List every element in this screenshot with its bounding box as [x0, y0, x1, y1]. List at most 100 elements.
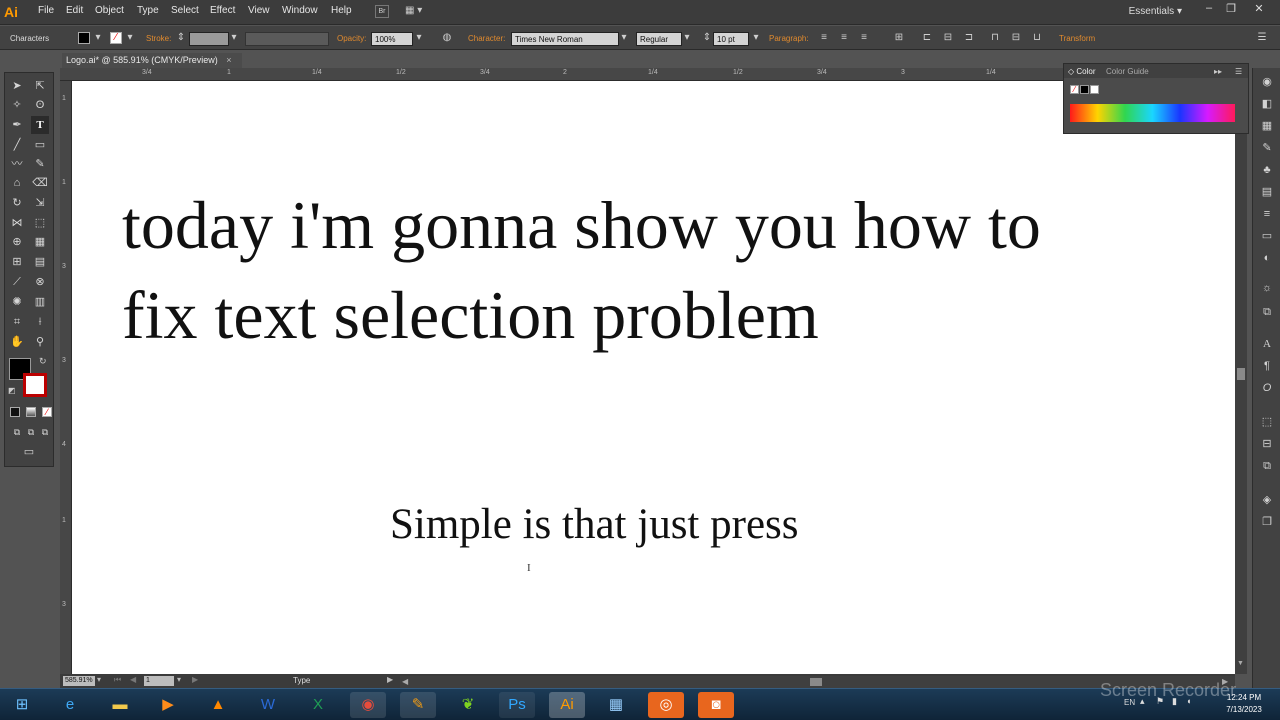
chevron-down-icon[interactable]: ▾	[413, 32, 425, 44]
color-spectrum-bar[interactable]	[1070, 104, 1235, 122]
stroke-swatch[interactable]: ⁄	[110, 32, 122, 44]
brushes-icon[interactable]: ✎	[1259, 140, 1275, 156]
align-right-objects-icon[interactable]: ⊐	[963, 32, 975, 44]
camera-app-icon[interactable]: ◙	[698, 692, 734, 718]
artboard-chevron-icon[interactable]: ▾	[177, 675, 181, 684]
selection-tool-icon[interactable]: ➤	[8, 77, 26, 95]
opacity-field[interactable]: 100%	[371, 32, 413, 46]
align-vcenter-icon[interactable]: ⊟	[1010, 32, 1022, 44]
align-top-icon[interactable]: ⊓	[989, 32, 1001, 44]
appearance-icon[interactable]: ☼	[1259, 280, 1275, 296]
align-bottom-icon[interactable]: ⊔	[1031, 32, 1043, 44]
panel-menu-icon[interactable]: ☰	[1256, 32, 1268, 44]
pathfinder-icon[interactable]: ⧉	[1259, 458, 1275, 474]
scroll-left-icon[interactable]: ◀	[402, 677, 408, 686]
direct-selection-tool-icon[interactable]: ⇱	[31, 77, 49, 95]
chevron-down-icon[interactable]: ▾	[681, 32, 693, 44]
menu-window[interactable]: Window	[282, 5, 318, 16]
first-artboard-icon[interactable]: ⏮	[114, 675, 121, 685]
line-tool-icon[interactable]: ╱	[8, 136, 26, 154]
word-icon[interactable]: W	[250, 692, 286, 718]
arrange-documents-icon[interactable]: ▦ ▾	[405, 5, 429, 18]
ruler-vertical[interactable]: 1 1 3 3 4 1 3	[60, 81, 72, 674]
zoom-tool-icon[interactable]: ⚲	[31, 333, 49, 351]
color-mode-icon[interactable]	[10, 407, 20, 417]
stroke-color-box[interactable]	[23, 373, 47, 397]
document-tab[interactable]: Logo.ai* @ 585.91% (CMYK/Preview) ×	[62, 53, 242, 68]
blend-tool-icon[interactable]: ⊗	[31, 273, 49, 291]
transparency-icon[interactable]: ◐	[1259, 250, 1275, 266]
draw-inside-icon[interactable]: ⧉	[36, 423, 54, 441]
scroll-down-icon[interactable]: ▼	[1237, 660, 1244, 667]
tab-color-guide[interactable]: Color Guide	[1106, 67, 1149, 76]
file-explorer-icon[interactable]: ▬	[102, 692, 138, 718]
chrome-icon[interactable]: ◉	[350, 692, 386, 718]
headline-line-2[interactable]: fix text selection problem	[122, 281, 819, 349]
screen-recorder-icon[interactable]: ◎	[648, 692, 684, 718]
vlc-icon[interactable]: ▲	[200, 692, 236, 718]
align-left-icon[interactable]: ≡	[818, 32, 830, 44]
prev-artboard-icon[interactable]: ◀	[130, 675, 136, 684]
default-colors-icon[interactable]: ◩	[8, 386, 16, 395]
pencil-tool-icon[interactable]: ✎	[31, 155, 49, 173]
gradient-panel-icon[interactable]: ▭	[1259, 228, 1275, 244]
graphic-styles-icon[interactable]: ▤	[1259, 184, 1275, 200]
font-style-field[interactable]: Regular	[636, 32, 682, 46]
subtext-line[interactable]: Simple is that just press	[390, 503, 799, 546]
status-menu-icon[interactable]: ▶	[387, 675, 393, 684]
menu-object[interactable]: Object	[95, 5, 124, 16]
slice-tool-icon[interactable]: ⟊	[31, 313, 49, 331]
menu-type[interactable]: Type	[137, 5, 159, 16]
align-to-icon[interactable]: ⊞	[893, 32, 905, 44]
collapse-panel-icon[interactable]: ▸▸	[1214, 67, 1222, 76]
perspective-grid-tool-icon[interactable]: ▦	[31, 233, 49, 251]
eyedropper-tool-icon[interactable]: ⟋	[8, 273, 26, 291]
eraser-tool-icon[interactable]: ⌫	[31, 174, 49, 192]
free-transform-tool-icon[interactable]: ⬚	[31, 214, 49, 232]
rectangle-tool-icon[interactable]: ▭	[31, 136, 49, 154]
menu-view[interactable]: View	[248, 5, 270, 16]
menu-effect[interactable]: Effect	[210, 5, 235, 16]
opacity-label[interactable]: Opacity:	[337, 34, 366, 43]
minimize-icon[interactable]: –	[1198, 2, 1220, 16]
gradient-tool-icon[interactable]: ▤	[31, 253, 49, 271]
menu-file[interactable]: File	[38, 5, 54, 16]
character-panel-icon[interactable]: A	[1259, 336, 1275, 352]
close-tab-icon[interactable]: ×	[226, 55, 231, 65]
stepper-icon[interactable]: ⇕	[175, 32, 187, 44]
photoshop-icon[interactable]: Ps	[499, 692, 535, 718]
width-tool-icon[interactable]: ⋈	[8, 214, 26, 232]
menu-help[interactable]: Help	[331, 5, 352, 16]
shape-builder-tool-icon[interactable]: ⊕	[8, 233, 26, 251]
vertical-scroll-thumb[interactable]	[1237, 368, 1245, 380]
swatch-none[interactable]: ⁄	[1070, 85, 1079, 94]
internet-explorer-icon[interactable]: e	[52, 692, 88, 718]
align-center-icon[interactable]: ≡	[838, 32, 850, 44]
menu-select[interactable]: Select	[171, 5, 199, 16]
layers-icon[interactable]: ⧉	[1259, 304, 1275, 320]
transform-label[interactable]: Transform	[1059, 34, 1095, 43]
align-right-icon[interactable]: ≡	[858, 32, 870, 44]
paintbrush-tool-icon[interactable]: 〰	[8, 155, 26, 173]
stroke-panel-icon[interactable]: ≡	[1259, 206, 1275, 222]
type-tool-icon[interactable]: T	[31, 116, 49, 134]
none-mode-icon[interactable]: ⁄	[42, 407, 52, 417]
stroke-label[interactable]: Stroke:	[146, 34, 171, 43]
paragraph-label[interactable]: Paragraph:	[769, 34, 809, 43]
symbol-sprayer-tool-icon[interactable]: ✺	[8, 293, 26, 311]
lasso-tool-icon[interactable]: ʘ	[31, 96, 49, 114]
artboards-icon[interactable]: ❐	[1259, 514, 1275, 530]
gradient-mode-icon[interactable]	[26, 407, 36, 417]
zoom-field[interactable]: 585.91%	[63, 676, 95, 686]
start-button-icon[interactable]: ⊞	[4, 692, 40, 718]
pen-tool-icon[interactable]: ✒	[8, 116, 26, 134]
horizontal-scroll-thumb[interactable]	[810, 678, 822, 686]
layers-stack-icon[interactable]: ◈	[1259, 492, 1275, 508]
swap-colors-icon[interactable]: ↻	[39, 356, 47, 367]
illustrator-taskbar-icon[interactable]: Ai	[549, 692, 585, 718]
vertical-scrollbar[interactable]: ▼	[1235, 68, 1247, 674]
stepper-icon[interactable]: ⇕	[701, 32, 713, 44]
hand-tool-icon[interactable]: ✋	[8, 333, 26, 351]
zoom-chevron-icon[interactable]: ▾	[97, 675, 101, 684]
rotate-tool-icon[interactable]: ↻	[8, 194, 26, 212]
